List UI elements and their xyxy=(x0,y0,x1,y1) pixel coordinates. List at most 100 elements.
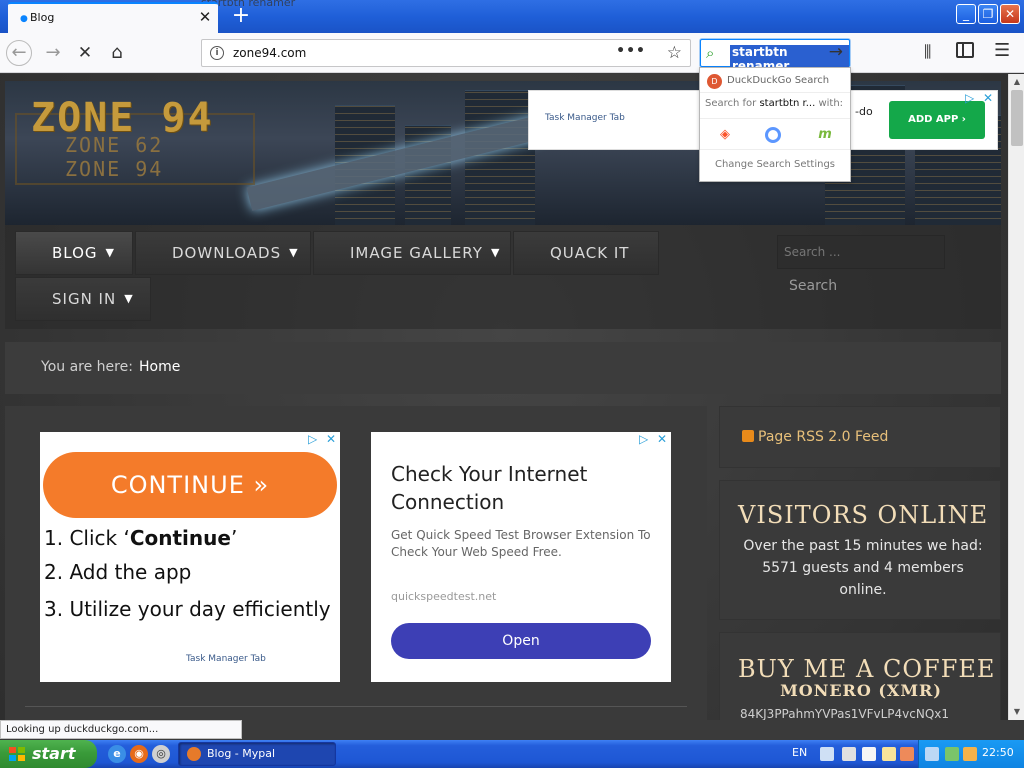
stop-icon[interactable]: ✕ xyxy=(72,40,98,66)
back-icon[interactable]: ← xyxy=(6,40,32,66)
qwant-icon[interactable] xyxy=(765,127,781,143)
ad-title: Check Your Internet Connection xyxy=(391,462,588,514)
help-icon[interactable] xyxy=(882,747,896,761)
navigation-toolbar: ← → ✕ ⌂ i zone94.com ••• ☆ ⌕ startbtn re… xyxy=(0,33,1024,73)
continue-button[interactable]: CONTINUE » xyxy=(43,452,337,518)
taskbar-item-blog[interactable]: Blog - Mypal xyxy=(178,742,336,766)
one-off-engines: ◈ m xyxy=(700,118,850,150)
monero-address[interactable]: 84KJ3PPahmYVPas1VFvLP4vcNQx1 xyxy=(740,707,1000,720)
open-button[interactable]: Open xyxy=(391,623,651,659)
start-label: start xyxy=(32,744,76,763)
change-search-settings-button[interactable]: Change Search Settings xyxy=(700,159,850,170)
tray-icon[interactable] xyxy=(820,747,834,761)
menu-item-label: QUACK IT xyxy=(550,244,630,262)
tray-icon[interactable] xyxy=(862,747,876,761)
adchoices-icon[interactable]: ▷ xyxy=(308,432,317,446)
main-menu: BLOG ▼ DOWNLOADS ▼ IMAGE GALLERY ▼ QUACK IT… xyxy=(5,225,1001,329)
site-search-input[interactable] xyxy=(777,235,945,269)
site-logo-sub: ZONE 62 xyxy=(65,133,164,157)
ad-domain: quickspeedtest.net xyxy=(391,590,497,603)
ad-speedtest[interactable]: ▷ ✕ Check Your Internet Connection Get Q… xyxy=(371,432,671,682)
menu-item-blog[interactable]: BLOG ▼ xyxy=(15,231,133,275)
clock[interactable]: 22:50 xyxy=(982,746,1014,759)
banner-building xyxy=(465,90,535,225)
ad-close-icon[interactable]: ✕ xyxy=(326,432,336,446)
site-search-button[interactable]: Search xyxy=(789,278,837,294)
tray-icon[interactable] xyxy=(900,747,914,761)
new-tab-button[interactable]: + xyxy=(228,3,254,28)
page-actions-icon[interactable]: ••• xyxy=(616,43,646,59)
visitors-text: Over the past 15 minutes we had: 5571 gu… xyxy=(743,538,983,598)
caret-down-icon: ▼ xyxy=(490,246,501,259)
scroll-thumb[interactable] xyxy=(1011,90,1023,146)
search-engine-icon[interactable]: ⌕ xyxy=(706,44,714,62)
menu-item-label: DOWNLOADS xyxy=(172,244,282,262)
menu-item-label: BLOG xyxy=(52,244,98,262)
search-engine-label: DuckDuckGo Search xyxy=(727,75,830,86)
rss-link[interactable]: Page RSS 2.0 Feed xyxy=(742,429,888,445)
url-bar[interactable]: i zone94.com ••• ☆ xyxy=(201,39,691,67)
menu-icon[interactable]: ☰ xyxy=(994,40,1010,61)
tray-icon[interactable] xyxy=(945,747,959,761)
page-scrollbar[interactable]: ▲ ▼ xyxy=(1008,74,1024,720)
breadcrumb-home-link[interactable]: Home xyxy=(139,359,180,375)
tab-strip: startbtn renamer ● Blog ✕ + _ ❐ ✕ xyxy=(0,0,1024,33)
menu-item-image-gallery[interactable]: IMAGE GALLERY ▼ xyxy=(313,231,511,275)
minimize-button[interactable]: _ xyxy=(956,4,976,24)
mojeek-icon[interactable]: m xyxy=(815,125,835,145)
app-icon[interactable]: ◎ xyxy=(152,745,170,763)
brave-icon[interactable]: ◈ xyxy=(715,125,735,145)
browser-icon[interactable]: ◉ xyxy=(130,745,148,763)
divider xyxy=(25,706,687,707)
language-indicator[interactable]: EN xyxy=(792,746,807,759)
ad-body: Get Quick Speed Test Browser Extension T… xyxy=(391,528,651,559)
tab-loading-icon: ● xyxy=(20,14,28,24)
menu-item-downloads[interactable]: DOWNLOADS ▼ xyxy=(135,231,311,275)
tab-blog[interactable]: ● Blog ✕ xyxy=(8,2,218,33)
scroll-up-icon[interactable]: ▲ xyxy=(1009,74,1024,90)
internet-explorer-icon[interactable]: e xyxy=(108,745,126,763)
visitors-online-box: VISITORS ONLINE Over the past 15 minutes… xyxy=(719,480,1001,620)
ad-close-icon[interactable]: ✕ xyxy=(983,91,993,105)
ad-brand: Task Manager Tab xyxy=(186,654,266,664)
search-suggestions-popup: D DuckDuckGo Search Search for startbtn … xyxy=(699,67,851,182)
forward-icon[interactable]: → xyxy=(40,40,66,66)
close-window-button[interactable]: ✕ xyxy=(1000,4,1020,24)
ad-step-1: 1. Click ‘Continue’ xyxy=(44,526,238,550)
tab-close-icon[interactable]: ✕ xyxy=(196,8,214,26)
ad-close-icon[interactable]: ✕ xyxy=(657,432,667,446)
info-icon[interactable]: i xyxy=(210,46,224,60)
library-icon[interactable]: ⫼ xyxy=(924,42,931,62)
search-engine-row[interactable]: D DuckDuckGo Search xyxy=(700,71,850,93)
rss-icon xyxy=(742,430,754,442)
add-app-button[interactable]: ADD APP › xyxy=(889,101,985,139)
home-icon[interactable]: ⌂ xyxy=(104,40,130,66)
search-for-text: Search for startbtn r... with: xyxy=(705,98,844,109)
menu-item-quack-it[interactable]: QUACK IT xyxy=(513,231,659,275)
site-logo-sub: ZONE 94 xyxy=(65,157,164,181)
search-go-icon[interactable]: → xyxy=(829,42,843,62)
url-text[interactable]: zone94.com xyxy=(233,46,306,60)
tray-icon[interactable] xyxy=(963,747,977,761)
scroll-down-icon[interactable]: ▼ xyxy=(1009,704,1024,720)
menu-item-sign-in[interactable]: SIGN IN ▼ xyxy=(15,277,151,321)
start-button[interactable]: start xyxy=(0,740,97,768)
tray-icon[interactable] xyxy=(842,747,856,761)
bookmark-star-icon[interactable]: ☆ xyxy=(667,43,682,63)
ad-step-2: 2. Add the app xyxy=(44,560,192,584)
windows-logo-icon xyxy=(9,747,25,761)
maximize-button[interactable]: ❐ xyxy=(978,4,998,24)
menu-item-label: IMAGE GALLERY xyxy=(350,244,483,262)
browser-icon xyxy=(187,747,201,761)
ad-step-3: 3. Utilize your day efficiently xyxy=(44,597,331,621)
ad-continue[interactable]: ▷ ✕ CONTINUE » 1. Click ‘Continue’ 2. Ad… xyxy=(40,432,340,682)
adchoices-icon[interactable]: ▷ xyxy=(965,91,974,105)
taskbar: start e ◉ ◎ Blog - Mypal EN 22:50 xyxy=(0,740,1024,768)
sidebar-icon[interactable] xyxy=(956,42,974,58)
search-input[interactable]: ⌕ startbtn renamer → xyxy=(700,39,850,73)
coffee-heading: BUY ME A COFFEE xyxy=(738,655,996,683)
adchoices-icon[interactable]: ▷ xyxy=(639,432,648,446)
network-icon[interactable] xyxy=(925,747,939,761)
ad-brand: Task Manager Tab xyxy=(545,113,625,123)
main-content: ▷ ✕ CONTINUE » 1. Click ‘Continue’ 2. Ad… xyxy=(5,406,707,720)
